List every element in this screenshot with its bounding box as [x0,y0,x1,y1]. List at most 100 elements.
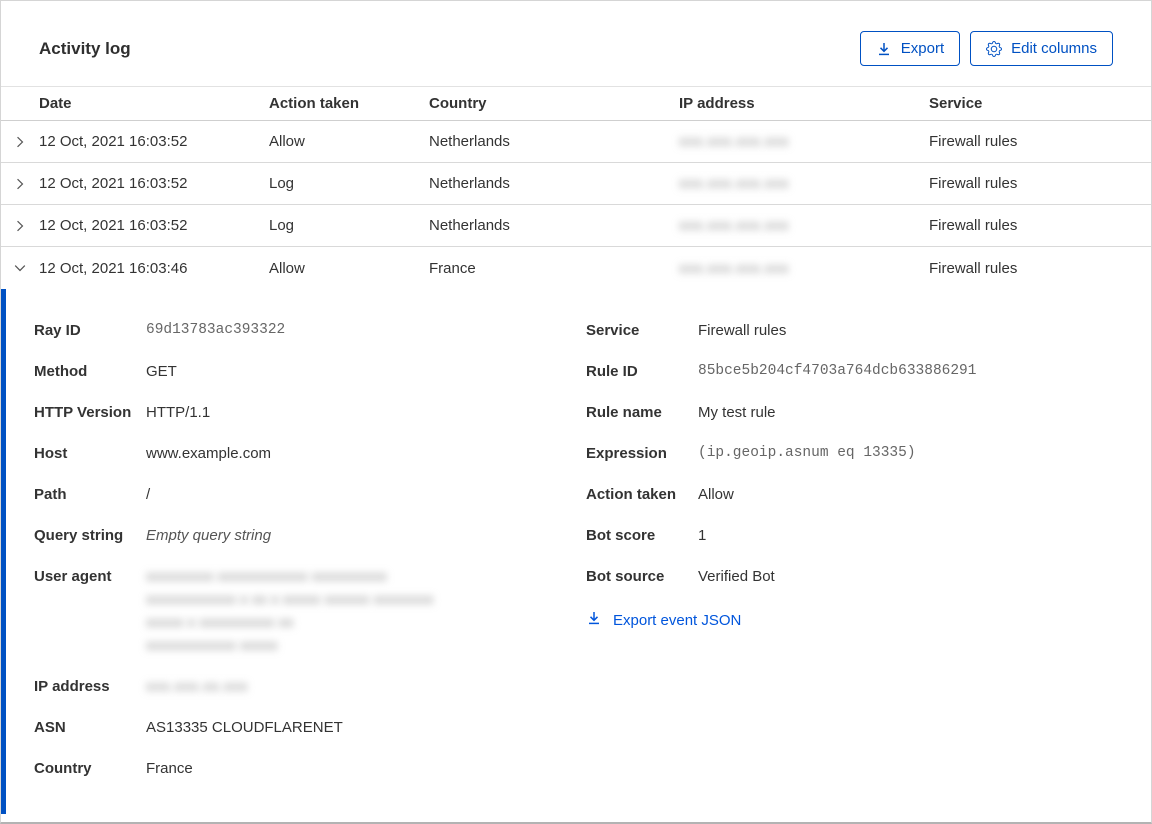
table-row: 12 Oct, 2021 16:03:52 Log Netherlands xx… [1,163,1151,205]
field-label: Host [34,445,68,462]
field-label: Path [34,486,67,503]
field-value: 69d13783ac393322 [146,322,286,338]
field-label: Expression [586,445,667,462]
expand-row-button[interactable] [1,121,39,162]
column-header-country: Country [429,95,487,112]
cell-ip-address-redacted: xxx.xxx.xxx.xxx [679,133,790,150]
cell-date: 12 Oct, 2021 16:03:52 [39,133,188,150]
cell-date: 12 Oct, 2021 16:03:46 [39,259,188,277]
field-label: IP address [34,678,110,695]
cell-action-taken: Log [269,175,295,192]
detail-field-host: Host www.example.com [34,442,586,465]
column-header-ip-address: IP address [679,95,755,112]
field-value: Firewall rules [698,322,787,339]
field-value: Allow [698,486,734,503]
field-value: Verified Bot [698,568,775,585]
cell-ip-address-redacted: xxx.xxx.xxx.xxx [679,259,790,277]
cell-ip-address-redacted: xxx.xxx.xxx.xxx [679,217,790,234]
chevron-right-icon [13,219,27,233]
cell-action-taken: Allow [269,133,305,150]
field-label: ASN [34,719,66,736]
field-label: HTTP Version [34,404,132,421]
edit-columns-button[interactable]: Edit columns [970,31,1113,66]
cell-country: Netherlands [429,217,510,234]
table-header-row: Date Action taken Country IP address Ser… [1,86,1151,121]
cell-country: Netherlands [429,175,510,192]
detail-field-http-version: HTTP Version HTTP/1.1 [34,401,586,424]
collapse-row-button[interactable] [1,247,39,289]
redacted-line: xxxxxxxxx xxxxxxxxxxxx xxxxxxxxxx [146,568,387,585]
gear-icon [986,40,1003,57]
edit-columns-button-label: Edit columns [1011,40,1097,57]
detail-field-rule-name: Rule name My test rule [586,401,1121,424]
cell-country: Netherlands [429,133,510,150]
detail-field-method: Method GET [34,360,586,383]
export-event-json-label: Export event JSON [613,611,742,629]
field-label: Rule ID [586,363,638,380]
field-label: Service [586,322,640,339]
export-button[interactable]: Export [859,31,961,66]
export-event-json-link[interactable]: Export event JSON [586,610,1121,630]
field-value: 85bce5b204cf4703a764dcb633886291 [698,363,977,379]
toolbar: Export Edit columns [859,31,1113,66]
detail-left-column: Ray ID 69d13783ac393322 Method GET HTTP … [34,319,586,780]
header: Activity log Export Edit columns [1,1,1151,86]
field-value: (ip.geoip.asnum eq 13335) [698,445,916,461]
detail-field-ray-id: Ray ID 69d13783ac393322 [34,319,586,342]
field-label: Country [34,760,92,777]
detail-field-query-string: Query string Empty query string [34,524,586,547]
field-value: GET [146,363,177,380]
event-detail-panel: Ray ID 69d13783ac393322 Method GET HTTP … [1,289,1151,814]
expand-row-button[interactable] [1,205,39,246]
page-title: Activity log [39,38,131,58]
chevron-right-icon [13,177,27,191]
table-row-expanded: 12 Oct, 2021 16:03:46 Allow France xxx.x… [1,247,1151,289]
column-header-date: Date [39,95,72,112]
cell-service: Firewall rules [929,259,1018,277]
cell-ip-address-redacted: xxx.xxx.xxx.xxx [679,175,790,192]
field-label: Method [34,363,88,380]
download-icon [586,610,602,630]
field-label: User agent [34,568,112,585]
detail-field-expression: Expression (ip.geoip.asnum eq 13335) [586,442,1121,465]
detail-field-bot-source: Bot source Verified Bot [586,565,1121,588]
download-icon [876,41,892,57]
activity-log-panel: Activity log Export Edit columns Date Ac… [0,0,1152,824]
field-value: AS13335 CLOUDFLARENET [146,719,343,736]
field-label: Ray ID [34,322,81,339]
field-label: Action taken [586,486,677,503]
expand-row-button[interactable] [1,163,39,204]
column-header-action-taken: Action taken [269,95,360,112]
detail-field-path: Path / [34,483,586,506]
detail-field-ip-address: IP address xxx.xxx.xx.xxx [34,675,586,698]
cell-date: 12 Oct, 2021 16:03:52 [39,217,188,234]
cell-service: Firewall rules [929,175,1018,192]
detail-field-service: Service Firewall rules [586,319,1121,342]
field-value-redacted: xxxxxxxxx xxxxxxxxxxxx xxxxxxxxxx xxxxxx… [146,565,586,657]
chevron-right-icon [13,135,27,149]
detail-field-action-taken: Action taken Allow [586,483,1121,506]
redacted-line: xxxxxxxxxxxx xxxxx [146,637,278,654]
detail-field-asn: ASN AS13335 CLOUDFLARENET [34,716,586,739]
cell-date: 12 Oct, 2021 16:03:52 [39,175,188,192]
field-value: France [146,760,193,777]
cell-action-taken: Allow [269,259,305,277]
cell-service: Firewall rules [929,133,1018,150]
field-value: 1 [698,527,707,544]
field-label: Bot source [586,568,665,585]
field-value: My test rule [698,404,776,421]
field-label: Rule name [586,404,662,421]
field-value: www.example.com [146,445,272,462]
field-value: / [146,486,151,503]
cell-action-taken: Log [269,217,295,234]
table-row: 12 Oct, 2021 16:03:52 Log Netherlands xx… [1,205,1151,247]
chevron-down-icon [13,261,27,275]
cell-country: France [429,259,476,277]
cell-service: Firewall rules [929,217,1018,234]
redacted-line: xxxxx x xxxxxxxxxx xx [146,614,294,631]
detail-field-country: Country France [34,757,586,780]
field-value: Empty query string [146,527,272,544]
redacted-line: xxxxxxxxxxxx x xx x xxxxx xxxxxx xxxxxxx… [146,591,434,608]
field-label: Query string [34,527,124,544]
detail-field-rule-id: Rule ID 85bce5b204cf4703a764dcb633886291 [586,360,1121,383]
